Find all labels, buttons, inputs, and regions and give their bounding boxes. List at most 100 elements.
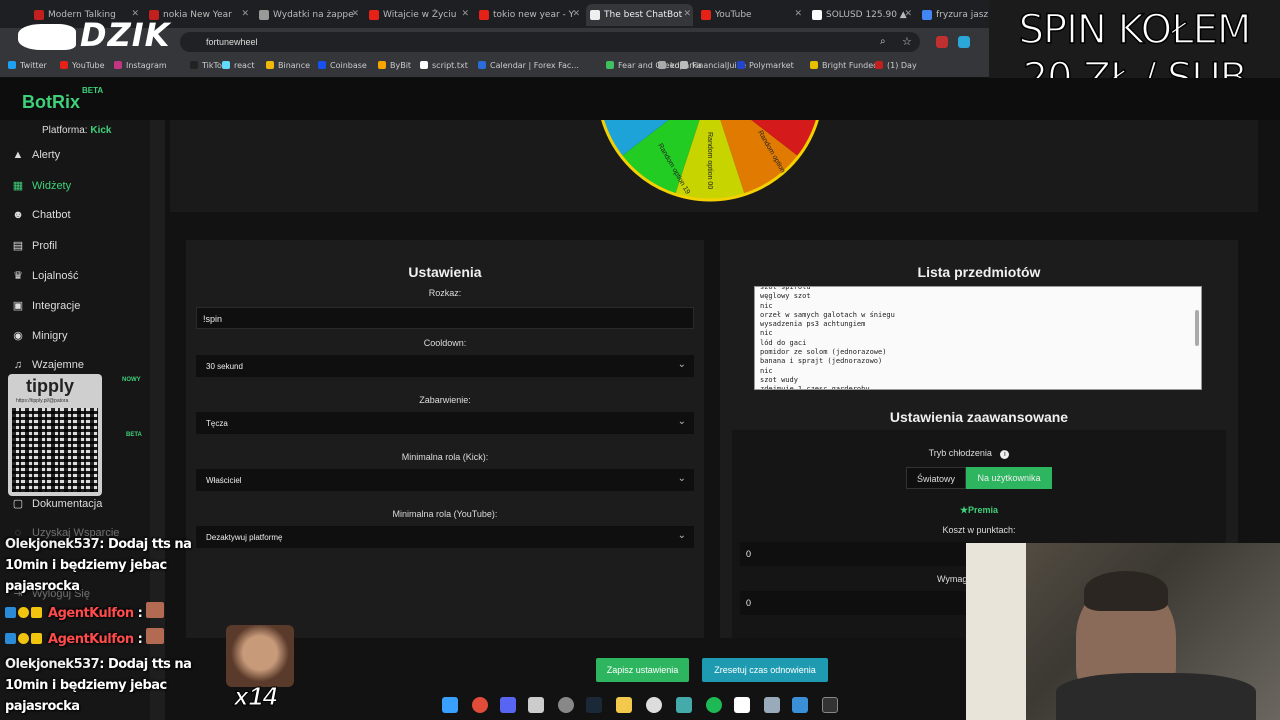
command-input[interactable]: !spin xyxy=(196,307,694,329)
reset-cooldown-button[interactable]: Zresetuj czas odnowienia xyxy=(702,658,828,682)
bookmark-item[interactable]: YouTube xyxy=(60,61,105,70)
extension-icon[interactable] xyxy=(936,36,948,48)
bookmark-item[interactable]: Coinbase xyxy=(318,61,367,70)
terminal-icon[interactable] xyxy=(822,697,838,713)
address-bar[interactable]: fortunewheel xyxy=(180,32,920,52)
bookmark-label: script.txt xyxy=(432,61,468,70)
browser-tab[interactable]: Witajcie w Życiu ✕ xyxy=(365,4,471,26)
app-icon[interactable] xyxy=(528,697,544,713)
browser-tab[interactable]: SOLUSD 125.90 ▲ ✕ xyxy=(808,4,914,26)
integrations-icon: ▣ xyxy=(12,300,24,312)
browser-tab[interactable]: tokio new year - Y ✕ xyxy=(475,4,582,26)
item-list-textarea[interactable]: szot spirolu węglowy szot nic orzeł w samyc… xyxy=(754,286,1202,390)
info-icon[interactable]: i xyxy=(1000,450,1010,459)
bookmark-item[interactable]: react xyxy=(222,61,254,70)
search-icon[interactable]: ⌕ xyxy=(880,36,886,47)
browser-tab[interactable]: Wydatki na żappe ✕ xyxy=(255,4,361,26)
emote-count: x14 xyxy=(233,681,278,712)
close-icon[interactable]: ✕ xyxy=(351,9,359,19)
required-input[interactable]: 0 xyxy=(740,591,980,615)
hair xyxy=(1084,571,1168,611)
close-icon[interactable]: ✕ xyxy=(683,9,691,19)
crown-icon xyxy=(31,607,42,618)
bookmark-item[interactable]: Twitter xyxy=(8,61,47,70)
notepad-icon[interactable] xyxy=(764,697,780,713)
emote-image xyxy=(226,625,294,687)
textarea-scrollbar[interactable] xyxy=(1195,310,1199,346)
bookmark-item[interactable]: script.txt xyxy=(420,61,468,70)
bookmark-item[interactable]: (1) Day xyxy=(875,61,917,70)
sidebar-item-label: Profil xyxy=(32,240,58,252)
sidebar-item-widgets[interactable]: ▦ Widżety xyxy=(12,179,71,199)
photos-icon[interactable] xyxy=(792,697,808,713)
cooldown-value: 30 sekund xyxy=(206,362,243,371)
bookmark-item[interactable]: Binance xyxy=(266,61,310,70)
browser-tab[interactable]: YouTube ✕ xyxy=(697,4,804,26)
min-role-kick-select[interactable]: Właściciel ⌄ xyxy=(196,469,694,491)
cooldown-select[interactable]: 30 sekund ⌄ xyxy=(196,355,694,377)
settings-icon[interactable] xyxy=(558,697,574,713)
close-icon[interactable]: ✕ xyxy=(572,9,580,19)
app-header: BotRixBETA xyxy=(0,78,1280,120)
sidebar-item-integrations[interactable]: ▣ Integracje xyxy=(12,299,81,319)
bookmark-item[interactable]: ByBit xyxy=(378,61,411,70)
spotify-icon[interactable] xyxy=(706,697,722,713)
botrix-logo[interactable]: BotRixBETA xyxy=(22,86,103,113)
sidebar-item-profile[interactable]: ▤ Profil xyxy=(12,239,57,259)
bookmark-icon xyxy=(222,61,230,69)
save-settings-button[interactable]: Zapisz ustawienia xyxy=(596,658,689,682)
bookmark-item[interactable]: Calendar | Forex Fac... xyxy=(478,61,579,70)
platform-indicator: Platforma: Kick xyxy=(42,125,111,136)
chrome-icon[interactable] xyxy=(472,697,488,713)
tipply-url: https://tipply.pl/@patora xyxy=(16,398,69,404)
window-light xyxy=(966,543,1026,720)
bookmark-label: Bright Funded xyxy=(822,61,879,70)
color-label: Zabarwienie: xyxy=(419,395,471,405)
app-icon[interactable] xyxy=(676,697,692,713)
sidebar-item-docs[interactable]: ▢ Dokumentacja xyxy=(12,497,103,517)
brand-text: DZIK xyxy=(80,16,171,54)
close-icon[interactable]: ✕ xyxy=(461,9,469,19)
browser-tab[interactable]: The best ChatBot ✕ xyxy=(586,4,693,26)
bookmark-icon xyxy=(810,61,818,69)
app-icon[interactable] xyxy=(646,697,662,713)
mode-global-button[interactable]: Światowy xyxy=(906,467,966,489)
bookmark-label: YouTube xyxy=(72,61,105,70)
sidebar-item-label: Integracje xyxy=(32,300,81,312)
steam-icon[interactable] xyxy=(586,697,602,713)
tab-label: Witajcie w Życiu xyxy=(383,10,457,20)
bookmark-item[interactable]: Polymarket xyxy=(737,61,794,70)
color-select[interactable]: Tęcza ⌄ xyxy=(196,412,694,434)
item-line: lód do gaci xyxy=(760,338,807,347)
min-role-yt-select[interactable]: Dezaktywuj platformę ⌄ xyxy=(196,526,694,548)
mode-user-button[interactable]: Na użytkownika xyxy=(966,467,1052,489)
discord-icon[interactable] xyxy=(500,697,516,713)
sidebar-item-label: Wzajemne xyxy=(32,359,84,371)
bookmark-icon xyxy=(60,61,68,69)
windows-start-icon[interactable] xyxy=(442,697,458,713)
close-icon[interactable]: ✕ xyxy=(904,9,912,19)
sidebar-item-gamepad[interactable]: ◉ Minigry xyxy=(12,329,67,349)
bookmark-item[interactable]: Bright Funded xyxy=(810,61,878,70)
app-icon[interactable] xyxy=(734,697,750,713)
bookmark-item[interactable]: Instagram xyxy=(114,61,167,70)
cooldown-mode-text: Tryb chłodzenia xyxy=(928,448,992,458)
cost-label: Koszt w punktach: xyxy=(942,525,1016,535)
robot-icon: ☻ xyxy=(12,209,24,221)
sidebar-item-robot[interactable]: ☻ Chatbot xyxy=(12,209,70,229)
sidebar-item-bell[interactable]: ▲ Alerty xyxy=(12,149,61,169)
sidebar-item-trophy[interactable]: ♛ Lojalność xyxy=(12,269,78,289)
cost-input[interactable]: 0 xyxy=(740,542,980,566)
bell-icon: ▲ xyxy=(12,149,24,161)
settings-title: Ustawienia xyxy=(408,264,482,280)
extension-icon[interactable] xyxy=(958,36,970,48)
star-icon[interactable]: ☆ xyxy=(902,35,912,48)
browser-tab[interactable]: fryzura jaszczur xyxy=(918,4,988,26)
bookmark-icon xyxy=(478,61,486,69)
badge-icon xyxy=(5,633,16,644)
chevron-down-icon: ⌄ xyxy=(677,359,686,370)
close-icon[interactable]: ✕ xyxy=(241,9,249,19)
close-icon[interactable]: ✕ xyxy=(794,9,802,19)
folder-icon[interactable] xyxy=(616,697,632,713)
favicon-icon xyxy=(922,10,932,20)
